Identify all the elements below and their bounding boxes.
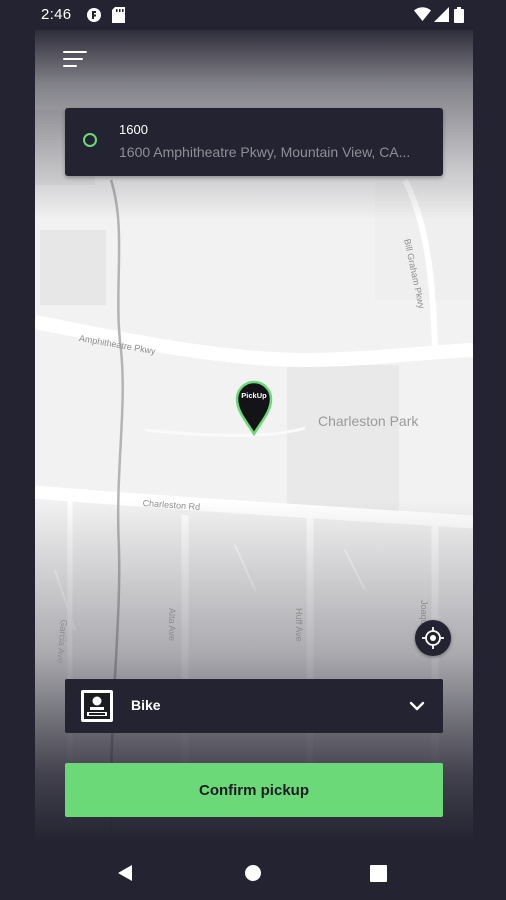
map-pin-icon — [235, 380, 273, 437]
street-label-huff: Huff Ave — [294, 608, 304, 642]
app-notification-icon — [87, 8, 101, 22]
menu-button[interactable] — [63, 48, 93, 72]
pickup-pin[interactable]: PickUp — [235, 380, 273, 437]
bike-icon — [81, 690, 113, 722]
confirm-pickup-button[interactable]: Confirm pickup — [65, 763, 443, 817]
vehicle-label: Bike — [131, 697, 161, 713]
recents-icon[interactable] — [370, 865, 387, 882]
crosshair-icon — [422, 627, 444, 649]
battery-icon — [454, 7, 464, 23]
system-nav-bar — [0, 842, 506, 900]
origin-circle-icon — [83, 133, 97, 147]
my-location-button[interactable] — [415, 620, 451, 656]
sd-card-icon — [112, 7, 125, 23]
back-icon[interactable] — [116, 864, 134, 882]
pickup-address-subtitle: 1600 Amphitheatre Pkwy, Mountain View, C… — [119, 144, 411, 160]
home-icon[interactable] — [244, 864, 262, 882]
status-bar: 2:46 — [0, 0, 506, 30]
pickup-address-card[interactable]: 1600 1600 Amphitheatre Pkwy, Mountain Vi… — [65, 108, 443, 176]
signal-icon — [434, 7, 449, 22]
map-screen: Amphitheatre Pkwy Charleston Rd Bill Gra… — [35, 30, 473, 842]
chevron-down-icon — [409, 701, 425, 711]
pickup-address-title: 1600 — [119, 122, 148, 137]
vehicle-selector[interactable]: Bike — [65, 679, 443, 733]
wifi-icon — [414, 7, 431, 21]
pin-label: PickUp — [241, 391, 267, 400]
street-label-alta: Alta Ave — [167, 608, 177, 641]
park-label: Charleston Park — [318, 413, 419, 429]
status-time: 2:46 — [41, 6, 72, 23]
